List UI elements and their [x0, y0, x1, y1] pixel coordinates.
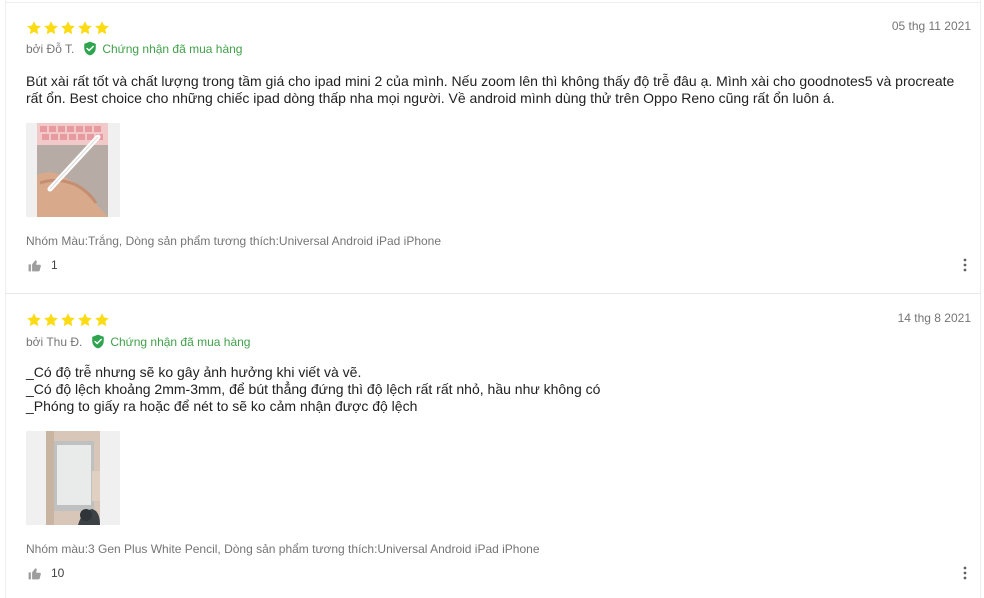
frame-border-left — [5, 0, 6, 598]
star-icon — [95, 21, 109, 35]
review-content: _Có độ trễ nhưng sẽ ko gây ảnh hưởng khi… — [26, 364, 601, 414]
thumbs-up-icon — [28, 567, 41, 579]
review-author-row: bởi Thu Đ. Chứng nhận đã mua hàng — [26, 334, 250, 349]
thumbs-up-icon — [28, 259, 41, 271]
verified-purchase-label: Chứng nhận đã mua hàng — [102, 41, 243, 56]
verified-purchase-label: Chứng nhận đã mua hàng — [110, 334, 251, 349]
frame-border-top — [5, 2, 981, 3]
star-icon — [44, 313, 58, 327]
review-date: 14 thg 8 2021 — [897, 311, 971, 325]
review-date: 05 thg 11 2021 — [891, 19, 971, 33]
more-options-icon[interactable] — [962, 258, 968, 272]
like-count: 1 — [51, 258, 58, 272]
star-icon — [95, 313, 109, 327]
star-icon — [27, 313, 41, 327]
review-author-row: bởi Đỗ T. Chứng nhận đã mua hàng — [26, 41, 242, 56]
verified-purchase-badge: Chứng nhận đã mua hàng — [83, 41, 242, 56]
like-count: 10 — [51, 566, 65, 580]
review-photo[interactable] — [26, 431, 120, 525]
star-icon — [61, 21, 75, 35]
review-photo-image — [26, 123, 120, 217]
like-button[interactable]: 1 — [28, 258, 58, 272]
star-icon — [27, 21, 41, 35]
star-icon — [44, 21, 58, 35]
review-photo-image — [26, 431, 120, 525]
verified-shield-icon — [84, 41, 97, 56]
verified-purchase-badge: Chứng nhận đã mua hàng — [91, 334, 250, 349]
star-icon — [61, 313, 75, 327]
review-content: Bút xài rất tốt và chất lượng trong tầm … — [26, 73, 959, 106]
star-icon — [78, 21, 92, 35]
review-author: bởi Thu Đ. — [26, 334, 83, 349]
review-sku-info: Nhóm Màu:Trắng, Dòng sản phẩm tương thíc… — [26, 234, 442, 248]
star-icon — [78, 313, 92, 327]
star-rating — [26, 20, 110, 36]
review-author: bởi Đỗ T. — [26, 41, 75, 56]
review-photo[interactable] — [26, 123, 120, 217]
more-options-icon[interactable] — [962, 566, 968, 580]
like-button[interactable]: 10 — [28, 566, 64, 580]
star-rating — [26, 312, 110, 328]
review-sku-info: Nhóm màu:3 Gen Plus White Pencil, Dòng s… — [26, 542, 540, 556]
frame-border-right — [980, 0, 981, 598]
verified-shield-icon — [92, 334, 105, 349]
review-divider — [5, 293, 981, 294]
